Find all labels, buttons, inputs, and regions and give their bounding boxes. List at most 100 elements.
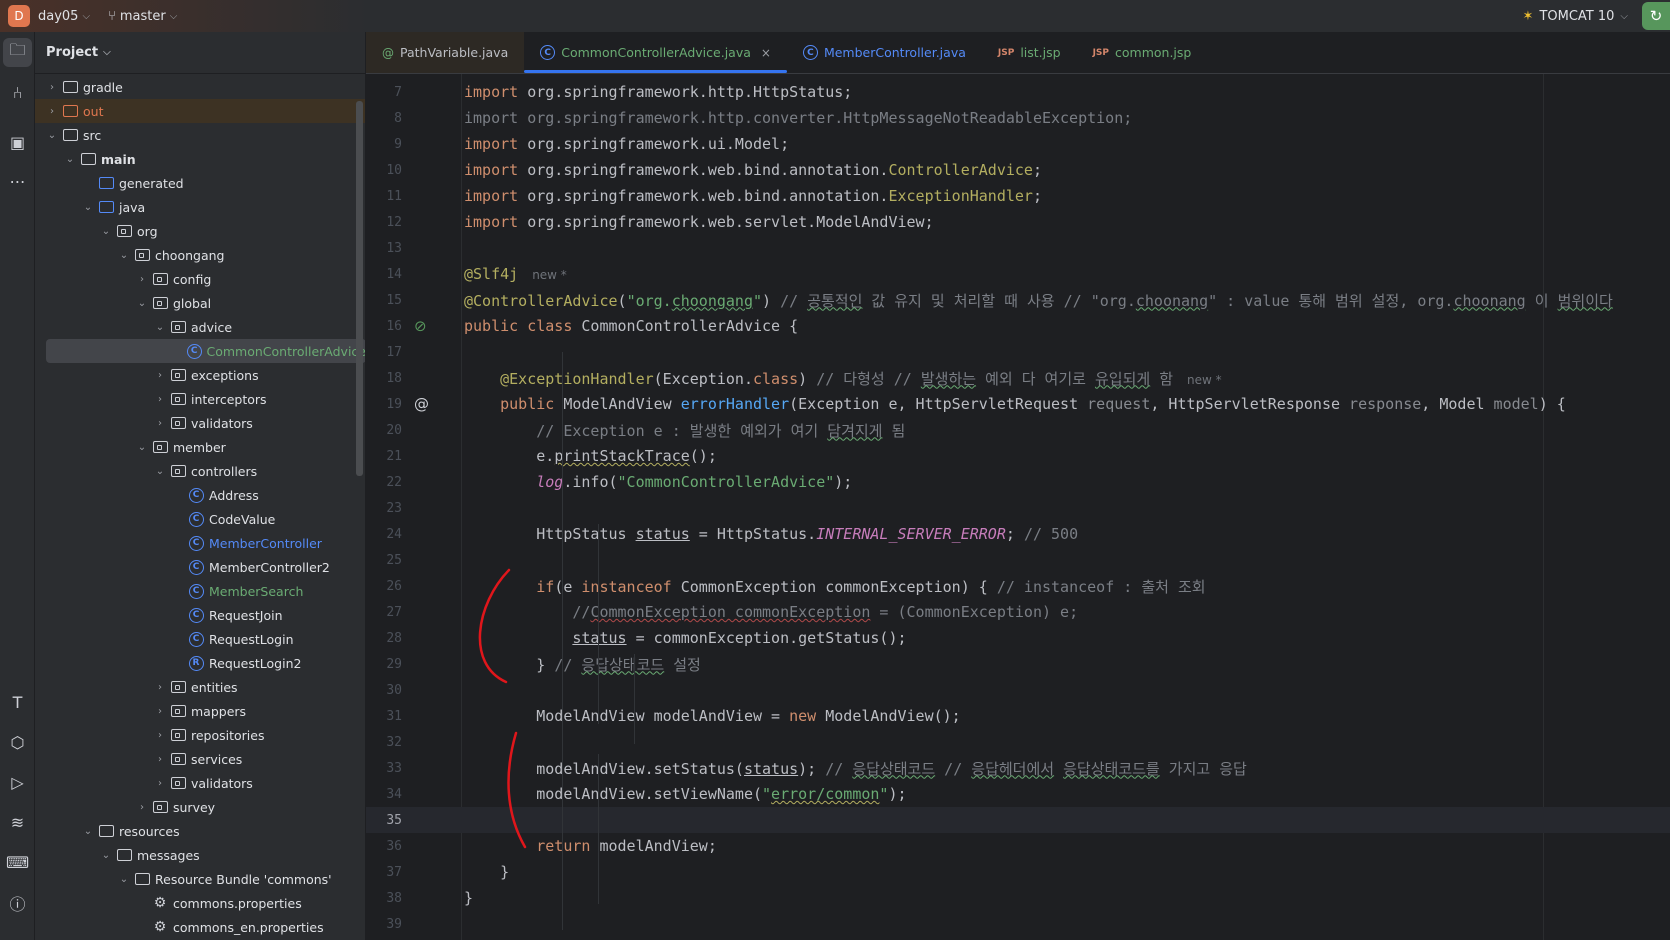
tree-item[interactable]: ⌄ org bbox=[35, 219, 365, 243]
code-line[interactable]: 12 import org.springframework.web.servlet… bbox=[366, 209, 1670, 235]
tree-item[interactable]: › repositories bbox=[35, 723, 365, 747]
code-line[interactable]: 9 import org.springframework.ui.Model; bbox=[366, 131, 1670, 157]
chevron-right-icon[interactable]: › bbox=[153, 754, 167, 765]
line-number[interactable]: 21 bbox=[366, 449, 402, 464]
line-number[interactable]: 15 bbox=[366, 293, 402, 308]
terminal-tool-button[interactable]: ⌨ bbox=[3, 848, 32, 877]
chevron-right-icon[interactable]: › bbox=[153, 394, 167, 405]
editor-tab[interactable]: C CommonControllerAdvice.java × bbox=[524, 32, 787, 73]
tree-item[interactable]: ⌄ java bbox=[35, 195, 365, 219]
line-number[interactable]: 25 bbox=[366, 553, 402, 568]
tree-item[interactable]: ⌄ member bbox=[35, 435, 365, 459]
tree-item[interactable]: › entities bbox=[35, 675, 365, 699]
line-number[interactable]: 8 bbox=[366, 111, 402, 126]
tree-item[interactable]: ⌄ controllers bbox=[35, 459, 365, 483]
chevron-right-icon[interactable]: › bbox=[153, 682, 167, 693]
tree-item[interactable]: generated bbox=[35, 171, 365, 195]
commit-tool-button[interactable]: ⑃ bbox=[3, 78, 32, 107]
tree-item[interactable]: › services bbox=[35, 747, 365, 771]
line-number[interactable]: 32 bbox=[366, 735, 402, 750]
close-tab-icon[interactable]: × bbox=[761, 46, 771, 60]
at-icon[interactable]: @ bbox=[414, 395, 429, 413]
chevron-down-icon[interactable]: ⌄ bbox=[81, 826, 95, 837]
author-hint[interactable]: new * bbox=[532, 268, 567, 282]
layers-tool-button[interactable]: ≋ bbox=[3, 808, 32, 837]
project-badge[interactable]: D bbox=[8, 5, 30, 27]
chevron-right-icon[interactable]: › bbox=[45, 82, 59, 93]
run-tool-button[interactable]: ▷ bbox=[3, 768, 32, 797]
chevron-down-icon[interactable]: ⌄ bbox=[117, 250, 131, 261]
structure-tool-button[interactable]: ▣ bbox=[3, 128, 32, 157]
line-number[interactable]: 35 bbox=[366, 813, 402, 828]
tree-item[interactable]: › interceptors bbox=[35, 387, 365, 411]
line-number[interactable]: 37 bbox=[366, 865, 402, 880]
chevron-down-icon[interactable]: ⌄ bbox=[99, 226, 113, 237]
line-number[interactable]: 36 bbox=[366, 839, 402, 854]
line-number[interactable]: 11 bbox=[366, 189, 402, 204]
chevron-right-icon[interactable]: › bbox=[135, 274, 149, 285]
build-tool-button[interactable]: T bbox=[3, 688, 32, 717]
chevron-right-icon[interactable]: › bbox=[153, 370, 167, 381]
line-number[interactable]: 31 bbox=[366, 709, 402, 724]
editor-tab[interactable]: JSP list.jsp bbox=[982, 32, 1077, 73]
code-line[interactable]: 14 @Slf4j new * bbox=[366, 261, 1670, 287]
tree-item[interactable]: ⌄ Resource Bundle 'commons' bbox=[35, 867, 365, 891]
tree-item[interactable]: C RequestLogin bbox=[35, 627, 365, 651]
project-panel-header[interactable]: Project ⌵ bbox=[35, 32, 365, 74]
line-number[interactable]: 28 bbox=[366, 631, 402, 646]
code-editor[interactable]: 7 import org.springframework.http.HttpSta… bbox=[366, 74, 1670, 940]
chevron-right-icon[interactable]: › bbox=[153, 706, 167, 717]
branch-selector[interactable]: ⑂ master ⌵ bbox=[108, 9, 177, 24]
line-number[interactable]: 34 bbox=[366, 787, 402, 802]
tree-item[interactable]: ⚙ commons_en.properties bbox=[35, 915, 365, 939]
line-number[interactable]: 13 bbox=[366, 241, 402, 256]
tree-item[interactable]: C Address bbox=[35, 483, 365, 507]
tree-item[interactable]: C MemberController2 bbox=[35, 555, 365, 579]
line-number[interactable]: 27 bbox=[366, 605, 402, 620]
chevron-right-icon[interactable]: › bbox=[153, 778, 167, 789]
line-number[interactable]: 9 bbox=[366, 137, 402, 152]
bean-icon[interactable]: ⊘ bbox=[414, 317, 427, 335]
tree-item[interactable]: ⌄ choongang bbox=[35, 243, 365, 267]
line-number[interactable]: 39 bbox=[366, 917, 402, 932]
tree-item[interactable]: › mappers bbox=[35, 699, 365, 723]
tree-item[interactable]: › exceptions bbox=[35, 363, 365, 387]
tree-item[interactable]: ⌄ src bbox=[35, 123, 365, 147]
line-number[interactable]: 38 bbox=[366, 891, 402, 906]
line-number[interactable]: 26 bbox=[366, 579, 402, 594]
chevron-down-icon[interactable]: ⌄ bbox=[99, 850, 113, 861]
line-number[interactable]: 16 bbox=[366, 319, 402, 334]
tree-item[interactable]: › validators bbox=[35, 771, 365, 795]
line-number[interactable]: 14 bbox=[366, 267, 402, 282]
editor-tab[interactable]: @ PathVariable.java bbox=[366, 32, 525, 73]
problems-tool-button[interactable]: ⓘ bbox=[3, 888, 32, 917]
chevron-right-icon[interactable]: › bbox=[45, 106, 59, 117]
tree-item[interactable]: › validators bbox=[35, 411, 365, 435]
tree-item[interactable]: ⚙ commons.properties bbox=[35, 891, 365, 915]
code-line[interactable]: 13 bbox=[366, 235, 1670, 261]
code-line[interactable]: 11 import org.springframework.web.bind.an… bbox=[366, 183, 1670, 209]
chevron-down-icon[interactable]: ⌄ bbox=[63, 154, 77, 165]
line-number[interactable]: 24 bbox=[366, 527, 402, 542]
line-number[interactable]: 10 bbox=[366, 163, 402, 178]
author-hint[interactable]: new * bbox=[1187, 373, 1222, 387]
tree-item[interactable]: C CodeValue bbox=[35, 507, 365, 531]
tree-item[interactable]: C MemberController bbox=[35, 531, 365, 555]
tree-item[interactable]: ⌄ resources bbox=[35, 819, 365, 843]
services-tool-button[interactable]: ⬡ bbox=[3, 728, 32, 757]
tree-item[interactable]: › survey bbox=[35, 795, 365, 819]
code-line[interactable]: 16 ⊘ public class CommonControllerAdvice { bbox=[366, 313, 1670, 339]
tree-item[interactable]: C CommonControllerAdvice bbox=[46, 339, 365, 363]
chevron-down-icon[interactable]: ⌄ bbox=[135, 442, 149, 453]
tree-item[interactable]: ⌄ messages bbox=[35, 843, 365, 867]
run-config-selector[interactable]: ✶ TOMCAT 10 ⌵ bbox=[1523, 9, 1628, 24]
line-number[interactable]: 18 bbox=[366, 371, 402, 386]
chevron-down-icon[interactable]: ⌄ bbox=[45, 130, 59, 141]
tree-item[interactable]: C RequestJoin bbox=[35, 603, 365, 627]
code-line[interactable]: 8 import org.springframework.http.convert… bbox=[366, 105, 1670, 131]
tree-item[interactable]: C MemberSearch bbox=[35, 579, 365, 603]
tree-item[interactable]: ⌄ main bbox=[35, 147, 365, 171]
tree-item[interactable]: › out bbox=[35, 99, 365, 123]
line-number[interactable]: 12 bbox=[366, 215, 402, 230]
editor-tab[interactable]: JSP common.jsp bbox=[1077, 32, 1208, 73]
